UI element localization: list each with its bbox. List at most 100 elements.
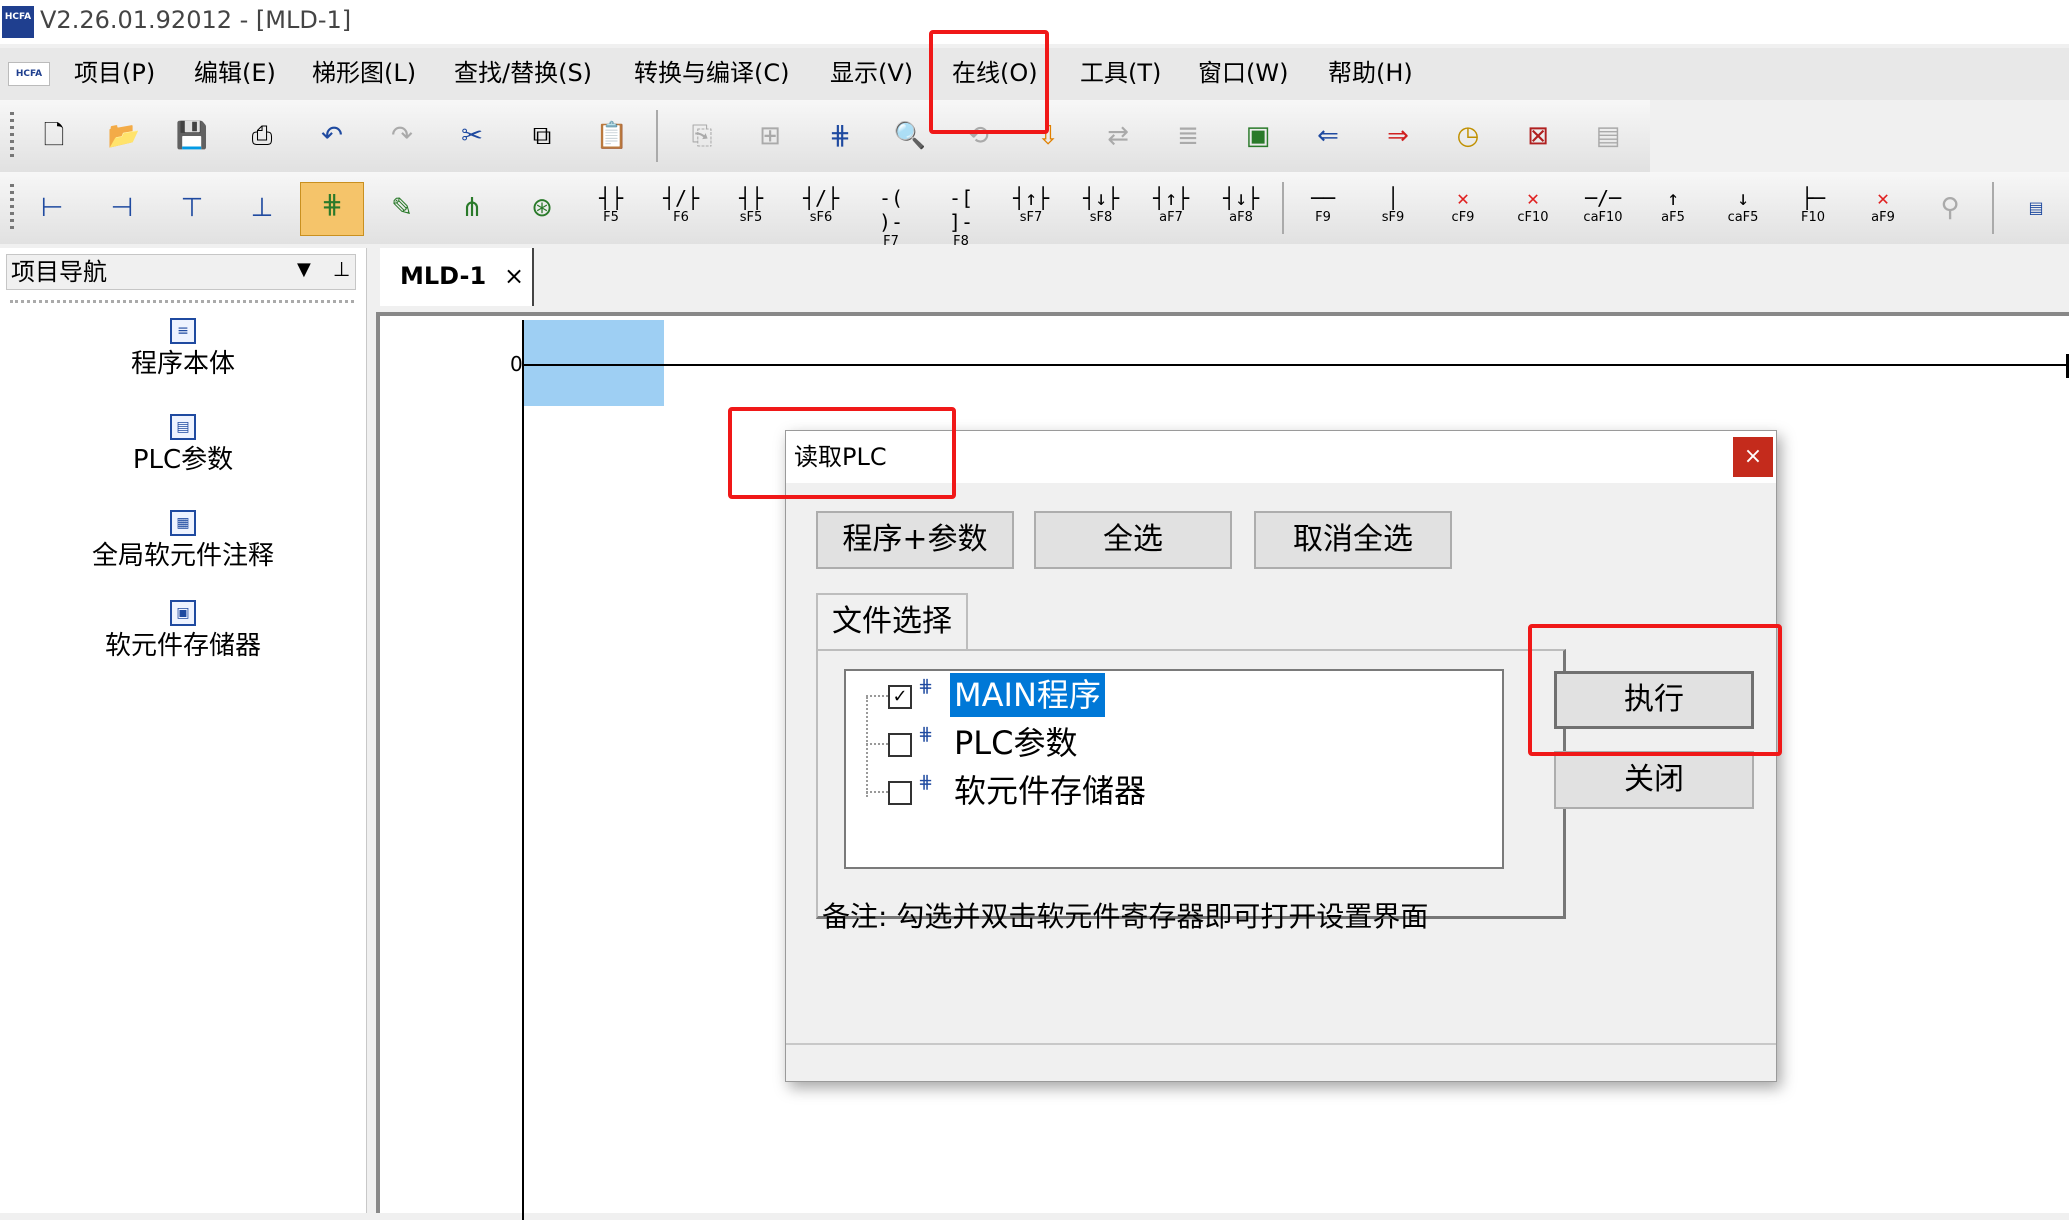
ladder-network-icon[interactable]: ⋕ bbox=[818, 114, 862, 158]
monitor-icon[interactable]: ▣ bbox=[1236, 114, 1280, 158]
toolbar-grip[interactable] bbox=[10, 112, 14, 160]
parallel-nc-icon[interactable]: ┤/├ sF6 bbox=[796, 186, 846, 234]
plc-params-checkbox[interactable] bbox=[888, 733, 912, 757]
menu-edit[interactable]: 编辑(E) bbox=[194, 56, 276, 90]
memory-icon[interactable]: ▤ bbox=[1586, 114, 1630, 158]
menu-ladder[interactable]: 梯形图(L) bbox=[312, 56, 416, 90]
ladder-monitor-icon[interactable]: ⊛ bbox=[520, 186, 564, 230]
invert-icon[interactable]: ─/─ caF10 bbox=[1578, 186, 1628, 234]
find-replace-icon[interactable]: ⟲ bbox=[956, 114, 1000, 158]
menu-tools[interactable]: 工具(T) bbox=[1080, 56, 1161, 90]
fkey-label: F9 bbox=[1315, 210, 1331, 225]
open-folder-icon[interactable]: 📂 bbox=[102, 114, 146, 158]
fkey-label: sF8 bbox=[1089, 210, 1113, 225]
contact-nc-icon[interactable]: ┤/├ F6 bbox=[656, 186, 706, 234]
coil-icon[interactable]: -( )- F7 bbox=[866, 186, 916, 249]
fkey-label: F5 bbox=[603, 210, 619, 225]
parallel-falling-edge-icon[interactable]: ┤↓├ aF8 bbox=[1216, 186, 1266, 234]
ladder-read-icon[interactable]: ⋔ bbox=[450, 186, 494, 230]
parallel-no-icon[interactable]: ┤├ sF5 bbox=[726, 186, 776, 234]
ladder-cursor[interactable] bbox=[524, 320, 664, 406]
toolbar-separator bbox=[1992, 182, 1994, 234]
fkey-symbol: ✕ bbox=[1456, 186, 1470, 210]
contact-no-icon[interactable]: ┤├ F5 bbox=[586, 186, 636, 234]
clock-icon[interactable]: ◷ bbox=[1446, 114, 1490, 158]
falling-edge-icon[interactable]: ┤↓├ sF8 bbox=[1076, 186, 1126, 234]
device-memory-checkbox[interactable] bbox=[888, 781, 912, 805]
cut-icon[interactable]: ✂ bbox=[450, 114, 494, 158]
close-icon[interactable]: × bbox=[1733, 437, 1773, 477]
delete-vertical-line-icon[interactable]: ✕ cF10 bbox=[1508, 186, 1558, 234]
tab-mld-1[interactable]: MLD-1 × bbox=[380, 248, 534, 306]
menu-view[interactable]: 显示(V) bbox=[830, 56, 913, 90]
fkey-symbol: ┤↑├ bbox=[1012, 186, 1050, 210]
nav-item-label: 软元件存储器 bbox=[104, 631, 261, 661]
parallel-rising-edge-icon[interactable]: ┤↑├ aF7 bbox=[1146, 186, 1196, 234]
zoom-icon[interactable]: 🔍 bbox=[888, 114, 932, 158]
nav-item-global-comments[interactable]: ▦ 全局软元件注释 bbox=[0, 510, 366, 576]
rising-edge-icon[interactable]: ┤↑├ sF7 bbox=[1006, 186, 1056, 234]
insert-column-icon[interactable]: ⊤ bbox=[170, 186, 214, 230]
branch-icon[interactable]: ├─ F10 bbox=[1788, 186, 1838, 234]
pulse-rising-icon[interactable]: ↑ aF5 bbox=[1648, 186, 1698, 234]
device-comment-icon[interactable]: ▤ bbox=[2014, 186, 2058, 230]
select-all-button[interactable]: 全选 bbox=[1034, 511, 1232, 569]
new-file-icon[interactable]: 🗋 bbox=[32, 114, 76, 158]
fkey-symbol: ┤/├ bbox=[662, 186, 700, 210]
dialog-title: 读取PLC bbox=[794, 443, 887, 471]
delete-horizontal-line-icon[interactable]: ✕ cF9 bbox=[1438, 186, 1488, 234]
menu-convert-compile[interactable]: 转换与编译(C) bbox=[634, 56, 789, 90]
pin-icon[interactable]: ⊥ bbox=[333, 257, 350, 281]
deselect-all-button[interactable]: 取消全选 bbox=[1254, 511, 1452, 569]
delete-branch-icon[interactable]: ✕ aF9 bbox=[1858, 186, 1908, 234]
ladder-edit-icon[interactable]: ⋕ bbox=[300, 182, 364, 236]
fkey-symbol: ── bbox=[1310, 186, 1336, 210]
tab-file-selection[interactable]: 文件选择 bbox=[816, 593, 968, 651]
read-plc-icon[interactable]: ⇐ bbox=[1306, 114, 1350, 158]
device-search-icon[interactable]: ⚲ bbox=[1928, 186, 1972, 230]
paste-special-icon[interactable]: ⎘ bbox=[680, 114, 724, 158]
nav-item-plc-params[interactable]: ▤ PLC参数 bbox=[0, 414, 366, 480]
fkey-label: F10 bbox=[1800, 210, 1826, 225]
menu-help[interactable]: 帮助(H) bbox=[1328, 56, 1413, 90]
download-icon[interactable]: ⇩ bbox=[1026, 114, 1070, 158]
left-power-rail bbox=[522, 320, 524, 1220]
vertical-line-icon[interactable]: │ sF9 bbox=[1368, 186, 1418, 234]
nav-item-program[interactable]: ≡ 程序本体 bbox=[0, 318, 366, 384]
menu-project[interactable]: 项目(P) bbox=[74, 56, 155, 90]
nav-item-device-memory[interactable]: ▣ 软元件存储器 bbox=[0, 600, 366, 666]
close-icon[interactable]: × bbox=[504, 258, 524, 294]
tree-connector bbox=[866, 791, 888, 793]
execute-button[interactable]: 执行 bbox=[1554, 671, 1754, 729]
program-params-button[interactable]: 程序+参数 bbox=[816, 511, 1014, 569]
grid-icon[interactable]: ⊞ bbox=[748, 114, 792, 158]
save-icon[interactable]: 💾 bbox=[170, 114, 214, 158]
compare-icon[interactable]: ≣ bbox=[1166, 114, 1210, 158]
transfer-icon[interactable]: ⇄ bbox=[1096, 114, 1140, 158]
pulse-falling-icon[interactable]: ↓ caF5 bbox=[1718, 186, 1768, 234]
instruction-icon[interactable]: -[ ]- F8 bbox=[936, 186, 986, 249]
write-plc-icon[interactable]: ⇒ bbox=[1376, 114, 1420, 158]
undo-icon[interactable]: ↶ bbox=[310, 114, 354, 158]
file-tree: ✓ ⋕ MAIN程序 ⋕ PLC参数 ⋕ 软元件存储器 bbox=[844, 669, 1504, 869]
menu-online[interactable]: 在线(O) bbox=[952, 56, 1038, 90]
menu-find-replace[interactable]: 查找/替换(S) bbox=[454, 56, 592, 90]
toolbar-grip[interactable] bbox=[10, 184, 14, 232]
insert-row-icon[interactable]: ⊢ bbox=[30, 186, 74, 230]
print-icon[interactable]: ⎙ bbox=[240, 114, 284, 158]
redo-icon[interactable]: ↷ bbox=[380, 114, 424, 158]
fkey-symbol: ┤↑├ bbox=[1152, 186, 1190, 210]
chevron-down-icon[interactable]: ▼ bbox=[297, 259, 311, 280]
copy-icon[interactable]: ⧉ bbox=[520, 114, 564, 158]
program-icon: ≡ bbox=[170, 318, 196, 344]
delete-column-icon[interactable]: ⊥ bbox=[240, 186, 284, 230]
delete-row-icon[interactable]: ⊣ bbox=[100, 186, 144, 230]
menu-window[interactable]: 窗口(W) bbox=[1198, 56, 1288, 90]
paste-icon[interactable]: 📋 bbox=[590, 114, 634, 158]
horizontal-line-icon[interactable]: ── F9 bbox=[1298, 186, 1348, 234]
close-button[interactable]: 关闭 bbox=[1554, 751, 1754, 809]
ladder-write-icon[interactable]: ✎ bbox=[380, 186, 424, 230]
diagnose-icon[interactable]: ⊠ bbox=[1516, 114, 1560, 158]
main-program-checkbox[interactable]: ✓ bbox=[888, 685, 912, 709]
title-bar: HCFA V2.26.01.92012 - [MLD-1] bbox=[0, 0, 2069, 44]
